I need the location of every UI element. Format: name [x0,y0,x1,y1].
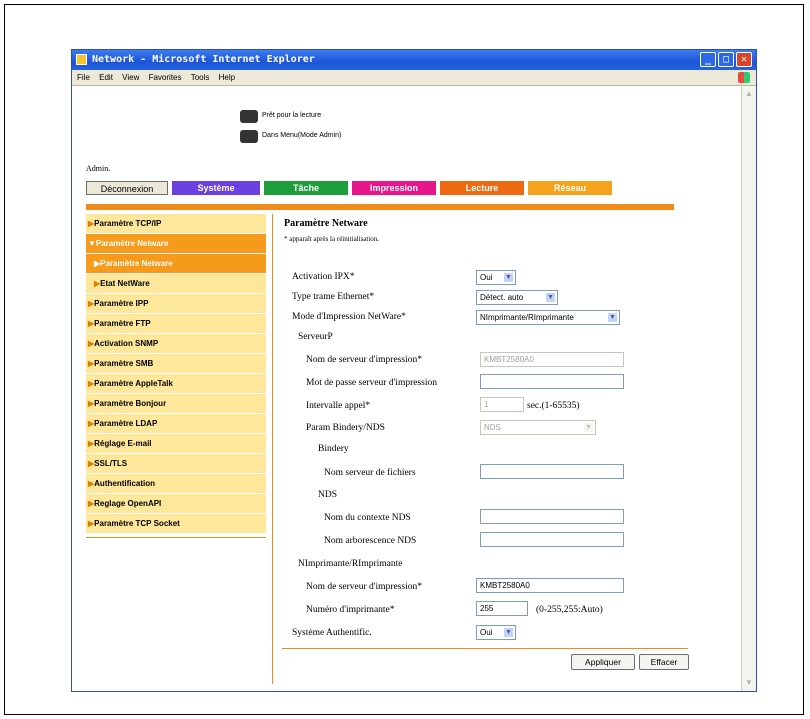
chevron-down-icon: ▼ [503,272,514,283]
nds-heading: NDS [318,490,338,500]
bindery-heading: Bindery [318,444,349,454]
status-ready: Prêt pour la lecture [262,112,322,119]
ps-password-field[interactable] [480,374,624,389]
tab-tache[interactable]: Tâche [264,181,348,195]
sidebar-item-snmp[interactable]: ▶Activation SNMP [86,334,266,354]
sidebar-item-bonjour[interactable]: ▶Paramètre Bonjour [86,394,266,414]
menu-edit[interactable]: Edit [99,70,113,85]
sidebar-item-ftp[interactable]: ▶Paramètre FTP [86,314,266,334]
sidebar-item-tcpip[interactable]: ▶Paramètre TCP/IP [86,214,266,234]
bindery-nds-label: Param Bindery/NDS [306,423,385,433]
logout-button[interactable]: Déconnexion [86,181,168,195]
chevron-down-icon: ▼ [545,292,556,303]
windows-logo-icon [738,72,750,83]
ipx-label: Activation IPX* [292,272,355,282]
sidebar: ▶Paramètre TCP/IP ▼Paramètre Netware ▶Pa… [86,214,266,538]
poll-interval-label: Intervalle appel* [306,401,371,411]
sidebar-item-ipp[interactable]: ▶Paramètre IPP [86,294,266,314]
ps-name-field[interactable]: KMBT2580A0 [480,352,624,367]
page-content: Prêt pour la lecture Dans Menu(Mode Admi… [72,86,741,691]
chevron-down-icon: ▼ [583,422,594,433]
bindery-nds-select[interactable]: NDS ▼ [480,420,596,435]
maximize-button[interactable]: □ [718,52,734,67]
ps-name-label: Nom de serveur d'impression* [306,355,422,365]
np-server-field[interactable]: KMBT2580A0 [476,578,624,593]
nds-tree-field[interactable] [480,532,624,547]
sidebar-item-smb[interactable]: ▶Paramètre SMB [86,354,266,374]
form-divider [282,648,688,649]
chevron-down-icon: ▼ [607,312,618,323]
browser-window: Network - Microsoft Internet Explorer _ … [71,49,757,692]
tab-systeme[interactable]: Système [172,181,260,195]
vertical-scrollbar[interactable]: ▲ ▼ [741,86,756,691]
ps-password-label: Mot de passe serveur d'impression [306,378,437,388]
menu-help[interactable]: Help [219,70,235,85]
ipx-select[interactable]: Oui ▼ [476,270,516,285]
auth-system-label: Système Authentific. [292,628,372,638]
close-button[interactable]: ✕ [736,52,752,67]
scroll-up-icon[interactable]: ▲ [744,89,754,99]
sidebar-item-email[interactable]: ▶Réglage E-mail [86,434,266,454]
np-number-field[interactable]: 255 [476,601,528,616]
menu-bar: File Edit View Favorites Tools Help [72,70,756,86]
print-mode-select[interactable]: NImprimante/RImprimante ▼ [476,310,620,325]
print-mode-label: Mode d'Impression NetWare* [292,312,406,322]
file-server-field[interactable] [480,464,624,479]
apply-button[interactable]: Appliquer [571,654,635,670]
sidebar-item-ssltls[interactable]: ▶SSL/TLS [86,454,266,474]
frame-type-label: Type trame Ethernet* [292,292,375,302]
np-server-label: Nom de serveur d'impression* [306,582,422,592]
nds-context-label: Nom du contexte NDS [324,513,411,523]
np-number-label: Numéro d'imprimante* [306,605,395,615]
sidebar-subitem-netware[interactable]: ▶Paramètre Netware [86,254,266,274]
sidebar-item-openapi[interactable]: ▶Reglage OpenAPI [86,494,266,514]
pserver-heading: ServeurP [298,332,333,342]
menu-view[interactable]: View [122,70,139,85]
tab-lecture[interactable]: Lecture [440,181,524,195]
reset-note: * apparaît après la réinitialisation. [284,235,380,243]
frame-type-select[interactable]: Détect. auto ▼ [476,290,558,305]
document-frame: Network - Microsoft Internet Explorer _ … [4,4,804,715]
scroll-down-icon[interactable]: ▼ [744,678,754,688]
status-mode: Dans Menu(Mode Admin) [262,132,342,139]
ie-icon [76,54,87,65]
admin-label: Admin. [86,164,111,173]
sidebar-subitem-netware-status[interactable]: ▶Etat NetWare [86,274,266,294]
sidebar-item-appletalk[interactable]: ▶Paramètre AppleTalk [86,374,266,394]
section-divider [86,204,674,210]
printer-admin-icon [240,130,258,143]
sidebar-item-ldap[interactable]: ▶Paramètre LDAP [86,414,266,434]
page-title: Paramètre Netware [284,218,368,229]
nds-tree-label: Nom arborescence NDS [324,536,417,546]
np-number-range: (0-255,255:Auto) [536,605,603,615]
minimize-button[interactable]: _ [700,52,716,67]
sidebar-item-tcp-socket[interactable]: ▶Paramètre TCP Socket [86,514,266,534]
nprinter-heading: NImprimante/RImprimante [298,559,403,569]
sidebar-item-netware[interactable]: ▼Paramètre Netware [86,234,266,254]
sidebar-divider [86,537,266,538]
title-bar[interactable]: Network - Microsoft Internet Explorer _ … [72,50,756,70]
poll-interval-unit: sec.(1-65535) [527,401,580,411]
poll-interval-field[interactable]: 1 [480,397,524,412]
menu-favorites[interactable]: Favorites [149,70,182,85]
tab-reseau[interactable]: Réseau [528,181,612,195]
chevron-down-icon: ▼ [503,627,514,638]
sidebar-item-auth[interactable]: ▶Authentification [86,474,266,494]
auth-system-select[interactable]: Oui ▼ [476,625,516,640]
menu-file[interactable]: File [77,70,90,85]
clear-button[interactable]: Effacer [639,654,689,670]
panel-divider [272,214,273,684]
menu-tools[interactable]: Tools [191,70,210,85]
tab-impression[interactable]: Impression [352,181,436,195]
nds-context-field[interactable] [480,509,624,524]
file-server-label: Nom serveur de fichiers [324,468,416,478]
window-title: Network - Microsoft Internet Explorer [92,54,315,65]
printer-ready-icon [240,110,258,123]
